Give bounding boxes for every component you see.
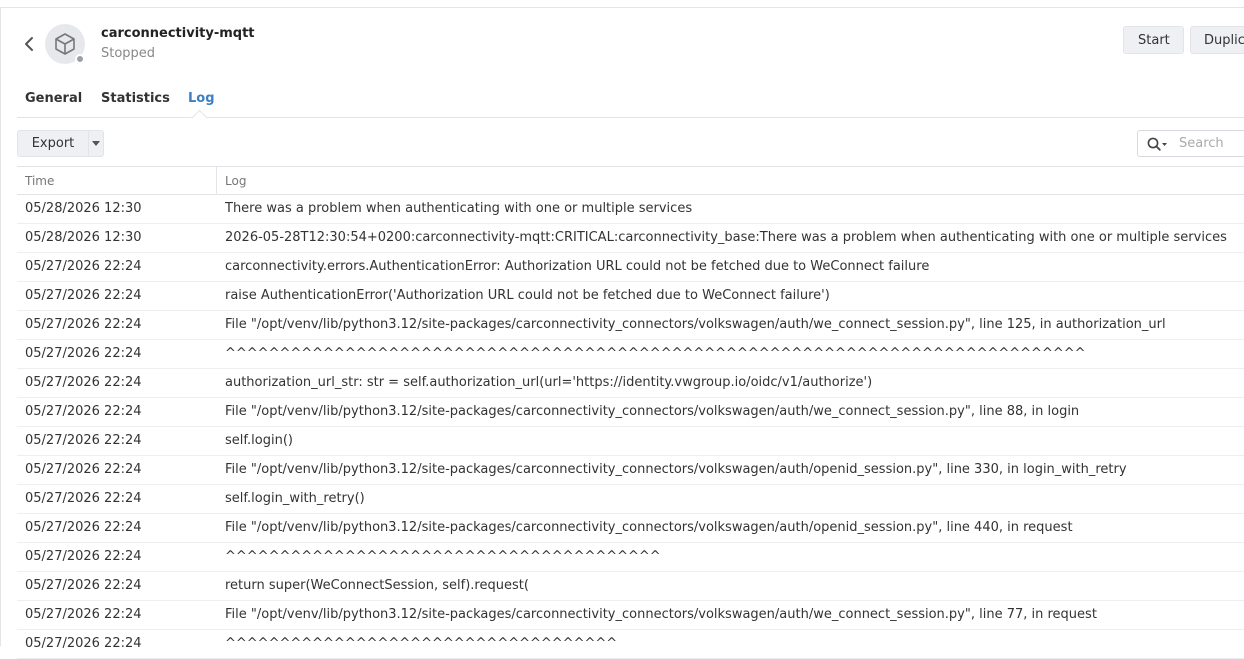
- cell-time: 05/27/2026 22:24: [25, 636, 142, 651]
- table-body: 05/28/2026 12:30 There was a problem when…: [17, 195, 1244, 659]
- cell-time: 05/27/2026 22:24: [25, 375, 142, 390]
- table-row[interactable]: 05/27/2026 22:24 File "/opt/venv/lib/pyth…: [17, 514, 1244, 543]
- cell-log: self.login(): [225, 433, 293, 448]
- cell-log: ^^^^^^^^^^^^^^^^^^^^^^^^^^^^^^^^^^^^: [225, 636, 618, 651]
- search-icon[interactable]: [1147, 137, 1169, 151]
- export-dropdown-button[interactable]: [88, 130, 104, 157]
- table-row[interactable]: 05/27/2026 22:24 authorization_url_str: s…: [17, 369, 1244, 398]
- duplicate-button[interactable]: Duplic: [1190, 26, 1244, 54]
- cell-time: 05/27/2026 22:24: [25, 404, 142, 419]
- start-button[interactable]: Start: [1123, 26, 1184, 54]
- cell-log: authorization_url_str: str = self.author…: [225, 375, 873, 390]
- caret-down-icon: [92, 141, 100, 146]
- cell-time: 05/27/2026 22:24: [25, 549, 142, 564]
- cell-log: File "/opt/venv/lib/python3.12/site-pack…: [225, 317, 1166, 332]
- table-row[interactable]: 05/27/2026 22:24 self.login_with_retry(): [17, 485, 1244, 514]
- table-row[interactable]: 05/28/2026 12:30 2026-05-28T12:30:54+0200…: [17, 224, 1244, 253]
- table-row[interactable]: 05/27/2026 22:24 File "/opt/venv/lib/pyth…: [17, 601, 1244, 630]
- status-indicator: [75, 54, 85, 64]
- table-row[interactable]: 05/27/2026 22:24 carconnectivity.errors.A…: [17, 253, 1244, 282]
- cell-time: 05/27/2026 22:24: [25, 520, 142, 535]
- page-title: carconnectivity-mqtt: [101, 26, 255, 41]
- cell-time: 05/27/2026 22:24: [25, 346, 142, 361]
- cell-log: ^^^^^^^^^^^^^^^^^^^^^^^^^^^^^^^^^^^^^^^^…: [225, 346, 1086, 361]
- cell-time: 05/27/2026 22:24: [25, 288, 142, 303]
- cell-time: 05/27/2026 22:24: [25, 317, 142, 332]
- cell-time: 05/27/2026 22:24: [25, 433, 142, 448]
- column-header-log[interactable]: Log: [225, 167, 246, 195]
- status-text: Stopped: [101, 46, 156, 61]
- cell-time: 05/27/2026 22:24: [25, 491, 142, 506]
- cell-time: 05/27/2026 22:24: [25, 259, 142, 274]
- tab-log[interactable]: Log: [188, 91, 215, 106]
- table-header: Time Log: [17, 166, 1244, 195]
- cell-log: self.login_with_retry(): [225, 491, 365, 506]
- export-button[interactable]: Export: [17, 130, 88, 157]
- cell-time: 05/28/2026 12:30: [25, 230, 142, 245]
- cell-time: 05/27/2026 22:24: [25, 578, 142, 593]
- table-row[interactable]: 05/27/2026 22:24 ^^^^^^^^^^^^^^^^^^^^^^^^…: [17, 630, 1244, 659]
- cell-log: File "/opt/venv/lib/python3.12/site-pack…: [225, 520, 1073, 535]
- cell-log: carconnectivity.errors.AuthenticationErr…: [225, 259, 930, 274]
- cell-log: ^^^^^^^^^^^^^^^^^^^^^^^^^^^^^^^^^^^^^^^^: [225, 549, 661, 564]
- table-row[interactable]: 05/27/2026 22:24 File "/opt/venv/lib/pyth…: [17, 456, 1244, 485]
- table-row[interactable]: 05/27/2026 22:24 File "/opt/venv/lib/pyth…: [17, 398, 1244, 427]
- table-row[interactable]: 05/28/2026 12:30 There was a problem when…: [17, 195, 1244, 224]
- cell-time: 05/28/2026 12:30: [25, 201, 142, 216]
- cell-log: return super(WeConnectSession, self).req…: [225, 578, 529, 593]
- column-separator: [216, 167, 217, 195]
- cell-log: 2026-05-28T12:30:54+0200:carconnectivity…: [225, 230, 1227, 245]
- cell-log: File "/opt/venv/lib/python3.12/site-pack…: [225, 607, 1097, 622]
- cell-time: 05/27/2026 22:24: [25, 607, 142, 622]
- table-row[interactable]: 05/27/2026 22:24 raise AuthenticationErro…: [17, 282, 1244, 311]
- search-input[interactable]: [1177, 135, 1244, 152]
- top-edge: [0, 0, 1244, 8]
- column-header-time[interactable]: Time: [25, 167, 54, 195]
- cell-log: File "/opt/venv/lib/python3.12/site-pack…: [225, 404, 1080, 419]
- active-tab-indicator: [191, 109, 208, 126]
- left-edge: [0, 7, 1, 646]
- tab-general[interactable]: General: [25, 91, 82, 106]
- cell-time: 05/27/2026 22:24: [25, 462, 142, 477]
- table-row[interactable]: 05/27/2026 22:24 return super(WeConnectSe…: [17, 572, 1244, 601]
- tab-statistics[interactable]: Statistics: [101, 91, 170, 106]
- table-row[interactable]: 05/27/2026 22:24 ^^^^^^^^^^^^^^^^^^^^^^^^…: [17, 340, 1244, 369]
- cell-log: There was a problem when authenticating …: [225, 201, 693, 216]
- cell-log: raise AuthenticationError('Authorization…: [225, 288, 830, 303]
- back-button[interactable]: [20, 33, 38, 55]
- cell-log: File "/opt/venv/lib/python3.12/site-pack…: [225, 462, 1127, 477]
- table-row[interactable]: 05/27/2026 22:24 self.login(): [17, 427, 1244, 456]
- search-box[interactable]: [1137, 130, 1244, 157]
- chevron-left-icon: [25, 37, 33, 51]
- table-row[interactable]: 05/27/2026 22:24 ^^^^^^^^^^^^^^^^^^^^^^^^…: [17, 543, 1244, 572]
- table-row[interactable]: 05/27/2026 22:24 File "/opt/venv/lib/pyth…: [17, 311, 1244, 340]
